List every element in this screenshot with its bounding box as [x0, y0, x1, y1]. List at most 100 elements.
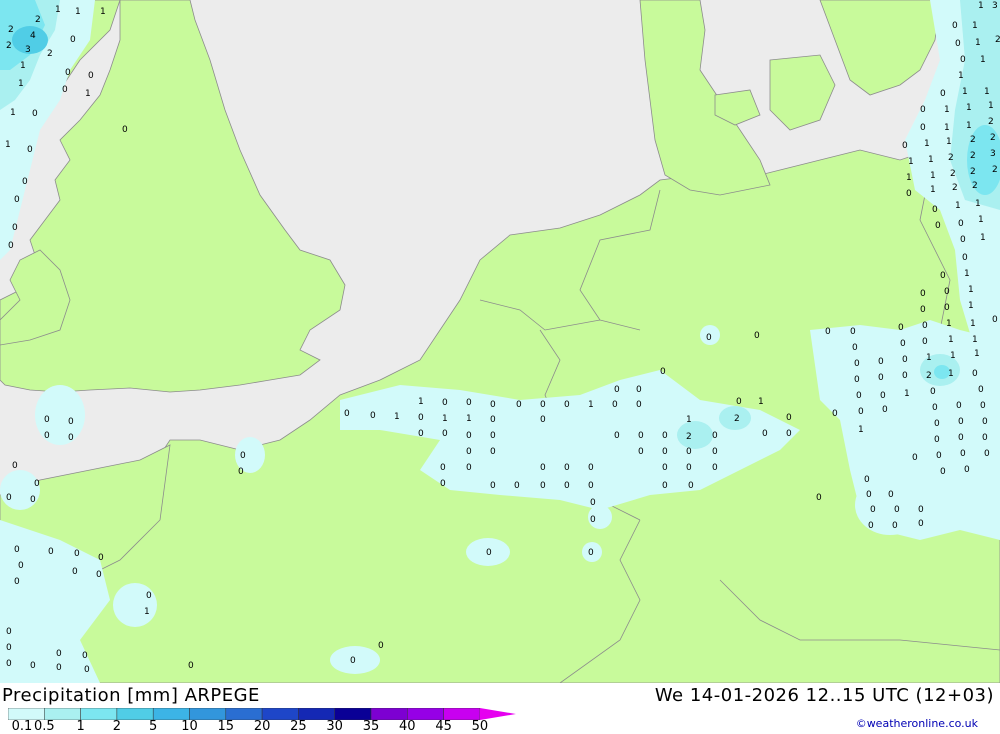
grid-label: 0 — [486, 548, 492, 558]
grid-label: 0 — [188, 661, 194, 671]
grid-label: 0 — [972, 369, 978, 379]
grid-label: 0 — [14, 195, 20, 205]
grid-label: 0 — [944, 287, 950, 297]
grid-label: 0 — [588, 548, 594, 558]
grid-label: 1 — [966, 121, 972, 131]
grid-label: 0 — [662, 463, 668, 473]
legend-tick-label: 35 — [362, 719, 380, 734]
grid-label: 2 — [948, 153, 954, 163]
grid-label: 0 — [514, 481, 520, 491]
grid-label: 0 — [962, 253, 968, 263]
grid-label: 2 — [950, 169, 956, 179]
grid-label: 0 — [816, 493, 822, 503]
grid-label: 1 — [928, 155, 934, 165]
grid-label: 0 — [466, 431, 472, 441]
legend-tick-label: 50 — [471, 719, 489, 734]
grid-label: 0 — [68, 417, 74, 427]
legend-tick-label: 20 — [253, 719, 271, 734]
grid-label: 3 — [25, 45, 31, 55]
grid-label: 0 — [74, 549, 80, 559]
grid-label: 0 — [370, 411, 376, 421]
grid-label: 1 — [968, 285, 974, 295]
grid-label: 0 — [932, 205, 938, 215]
grid-label: 0 — [922, 321, 928, 331]
grid-label: 0 — [490, 431, 496, 441]
grid-label: 1 — [958, 71, 964, 81]
grid-label: 1 — [972, 335, 978, 345]
grid-label: 0 — [786, 413, 792, 423]
grid-label: 0 — [978, 385, 984, 395]
grid-label: 0 — [662, 447, 668, 457]
grid-label: 0 — [378, 641, 384, 651]
grid-label: 0 — [22, 177, 28, 187]
grid-label: 0 — [952, 21, 958, 31]
grid-label: 1 — [5, 140, 11, 150]
legend-tick-label: 30 — [326, 719, 343, 734]
grid-label: 1 — [75, 7, 81, 17]
grid-label: 0 — [240, 451, 246, 461]
grid-label: 0 — [34, 479, 40, 489]
grid-label: 1 — [975, 199, 981, 209]
grid-label: 2 — [988, 117, 994, 127]
grid-label: 0 — [146, 591, 152, 601]
grid-label: 0 — [612, 400, 618, 410]
grid-label: 1 — [984, 87, 990, 97]
grid-label: 0 — [516, 400, 522, 410]
grid-label: 0 — [540, 400, 546, 410]
grid-label: 2 — [47, 49, 53, 59]
grid-label: 0 — [418, 413, 424, 423]
grid-label: 1 — [950, 351, 956, 361]
grid-label: 0 — [920, 123, 926, 133]
grid-label: 0 — [588, 463, 594, 473]
grid-label: 0 — [902, 355, 908, 365]
grid-label: 1 — [18, 79, 24, 89]
grid-label: 0 — [48, 547, 54, 557]
legend-tick-label: 2 — [112, 719, 122, 734]
legend-tick-label: 45 — [435, 719, 452, 734]
grid-label: 0 — [912, 453, 918, 463]
grid-label: 0 — [920, 305, 926, 315]
grid-label: 0 — [30, 495, 36, 505]
grid-label: 0 — [6, 493, 12, 503]
grid-label: 0 — [982, 417, 988, 427]
legend-tick-label: 25 — [290, 719, 307, 734]
grid-label: 0 — [940, 271, 946, 281]
grid-label: 0 — [955, 39, 961, 49]
grid-label: 1 — [466, 414, 472, 424]
grid-label: 0 — [14, 545, 20, 555]
grid-label: 1 — [964, 269, 970, 279]
grid-label: 0 — [466, 463, 472, 473]
grid-label: 0 — [84, 665, 90, 675]
grid-label: 2 — [6, 41, 12, 51]
grid-label: 0 — [960, 235, 966, 245]
grid-label: 3 — [990, 149, 996, 159]
grid-label: 1 — [946, 137, 952, 147]
grid-label: 1 — [978, 1, 984, 11]
grid-label: 2 — [734, 414, 740, 424]
grid-label: 0 — [832, 409, 838, 419]
grid-label: 0 — [588, 481, 594, 491]
grid-label: 0 — [984, 449, 990, 459]
grid-label: 0 — [902, 371, 908, 381]
grid-label: 1 — [955, 201, 961, 211]
grid-label: 0 — [920, 289, 926, 299]
grid-label: 0 — [32, 109, 38, 119]
grid-label: 0 — [825, 327, 831, 337]
grid-label: 1 — [944, 105, 950, 115]
grid-label: 1 — [974, 349, 980, 359]
credit-link[interactable]: ©weatheronline.co.uk — [856, 717, 978, 730]
grid-label: 0 — [564, 463, 570, 473]
grid-label: 0 — [856, 391, 862, 401]
legend-tick-label: 15 — [217, 719, 235, 734]
legend-tick-label: 10 — [181, 719, 198, 734]
grid-label: 0 — [27, 145, 33, 155]
grid-label: 0 — [44, 431, 50, 441]
grid-label: 2 — [995, 35, 1000, 45]
grid-label: 0 — [906, 189, 912, 199]
grid-label: 0 — [490, 481, 496, 491]
legend-tick-label: 40 — [399, 719, 416, 734]
grid-label: 1 — [946, 319, 952, 329]
grid-label: 0 — [880, 391, 886, 401]
grid-label: 0 — [864, 475, 870, 485]
grid-label: 0 — [958, 219, 964, 229]
